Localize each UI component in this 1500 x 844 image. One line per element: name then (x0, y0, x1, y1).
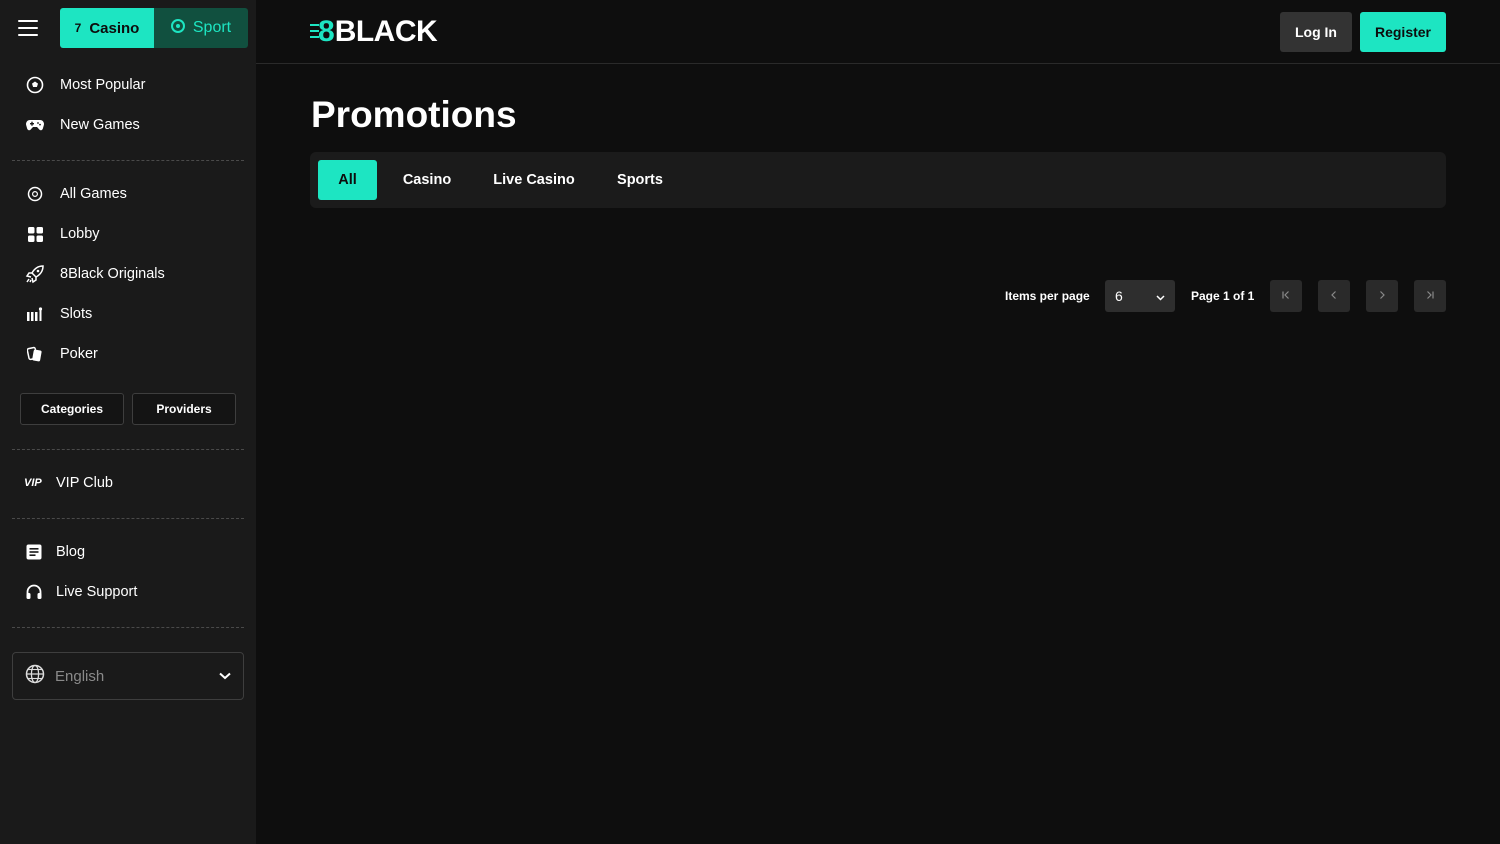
first-page-icon (1281, 287, 1291, 305)
site-logo[interactable]: 8 BLACK (310, 15, 438, 49)
headset-icon (24, 581, 44, 603)
rocket-icon (24, 263, 46, 285)
sidebar-divider (12, 449, 244, 450)
soccer-ball-icon (24, 74, 46, 96)
sidebar-item-label: Blog (56, 544, 86, 560)
menu-icon[interactable] (18, 20, 38, 36)
casino-mode-button[interactable]: 7 Casino (60, 8, 154, 48)
items-per-page-label: Items per page (1005, 289, 1090, 303)
mode-switch: 7 Casino Sport (60, 8, 248, 48)
logo-digit-text: 8 (318, 15, 335, 48)
sidebar-item-label: Lobby (60, 226, 100, 242)
sidebar: 7 Casino Sport Most Popular New Games Al… (0, 0, 256, 844)
tab-casino[interactable]: Casino (386, 160, 468, 200)
last-page-button[interactable] (1414, 280, 1446, 312)
next-page-button[interactable] (1366, 280, 1398, 312)
sidebar-divider (12, 160, 244, 161)
grid-icon (24, 223, 46, 245)
last-page-icon (1425, 287, 1435, 305)
globe-icon (25, 664, 45, 689)
sidebar-item-label: Slots (60, 306, 93, 322)
blog-icon (24, 541, 44, 563)
sport-mode-label: Sport (192, 19, 232, 36)
sidebar-item-blog[interactable]: Blog (24, 538, 244, 566)
language-label: English (55, 667, 105, 685)
first-page-button[interactable] (1270, 280, 1302, 312)
slots-icon (24, 303, 46, 325)
sidebar-item-live-support[interactable]: Live Support (24, 578, 244, 606)
gamepad-icon (24, 114, 46, 136)
casino-mode-label: Casino (89, 19, 140, 37)
logo-digit: 8 (310, 15, 335, 49)
sidebar-item-all-games[interactable]: All Games (24, 180, 244, 208)
sidebar-divider (12, 518, 244, 519)
sidebar-item-label: Most Popular (60, 77, 146, 93)
categories-button[interactable]: Categories (20, 393, 124, 425)
all-games-icon (24, 183, 46, 205)
top-header: 8 BLACK Log In Register (256, 0, 1500, 64)
chevron-down-icon (219, 667, 231, 685)
promotion-tabs: All Casino Live Casino Sports (310, 152, 1446, 208)
chevron-down-icon (1156, 288, 1165, 304)
tab-sports[interactable]: Sports (602, 160, 678, 200)
sidebar-item-label: 8Black Originals (60, 266, 165, 282)
page-indicator: Page 1 of 1 (1191, 289, 1255, 303)
previous-page-button[interactable] (1318, 280, 1350, 312)
sidebar-item-lobby[interactable]: Lobby (24, 220, 244, 248)
sidebar-item-label: VIP Club (56, 475, 113, 491)
sidebar-item-vip-club[interactable]: VIP VIP Club (24, 469, 244, 497)
language-select[interactable]: English (12, 652, 244, 700)
chevron-left-icon (1329, 287, 1339, 305)
sidebar-item-poker[interactable]: Poker (24, 340, 244, 368)
sidebar-divider (12, 627, 244, 628)
chevron-right-icon (1377, 287, 1387, 305)
sidebar-item-label: New Games (60, 117, 140, 133)
sidebar-item-label: Poker (60, 346, 98, 362)
sidebar-item-new-games[interactable]: New Games (24, 111, 244, 139)
logo-word: BLACK (334, 15, 438, 48)
sport-ball-icon (170, 18, 185, 38)
items-per-page-select[interactable]: 6 (1105, 280, 1175, 312)
vip-icon: VIP (24, 477, 42, 489)
sidebar-item-8black-originals[interactable]: 8Black Originals (24, 260, 244, 288)
logo-speed-lines (310, 24, 319, 38)
providers-button[interactable]: Providers (132, 393, 236, 425)
app-root: 7 Casino Sport Most Popular New Games Al… (0, 0, 1500, 844)
poker-icon (24, 343, 46, 365)
sidebar-item-label: All Games (60, 186, 127, 202)
seven-icon: 7 (74, 21, 82, 35)
sidebar-item-slots[interactable]: Slots (24, 300, 244, 328)
login-button[interactable]: Log In (1280, 12, 1352, 52)
sidebar-item-label: Live Support (56, 584, 138, 600)
register-button[interactable]: Register (1360, 12, 1446, 52)
sidebar-item-most-popular[interactable]: Most Popular (24, 71, 244, 99)
tab-all[interactable]: All (318, 160, 377, 200)
page-title: Promotions (311, 94, 517, 135)
items-per-page-value: 6 (1115, 288, 1123, 304)
tab-live-casino[interactable]: Live Casino (480, 160, 588, 200)
sport-mode-button[interactable]: Sport (154, 8, 248, 48)
